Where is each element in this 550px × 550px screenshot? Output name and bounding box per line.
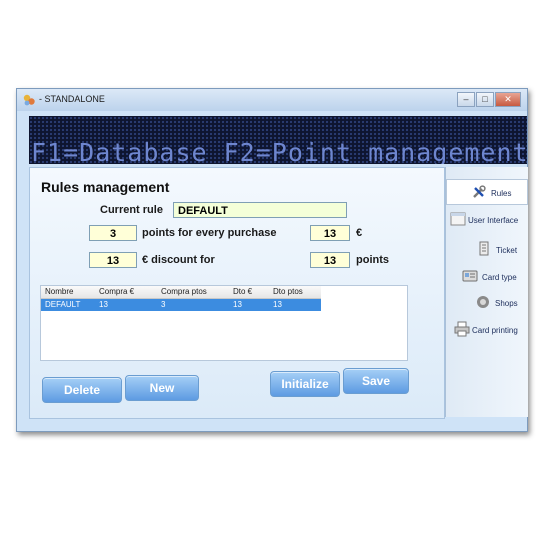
page-title: Rules management <box>41 179 170 195</box>
save-button[interactable]: Save <box>343 368 409 394</box>
window-title: - STANDALONE <box>39 94 105 104</box>
table-cell: 13 <box>273 300 282 309</box>
column-header[interactable]: Dto ptos <box>273 286 303 298</box>
column-header[interactable]: Compra ptos <box>161 286 207 298</box>
column-header[interactable]: Compra € <box>99 286 134 298</box>
discount-for-label: € discount for <box>142 254 215 266</box>
window-controls: – □ ✕ <box>457 92 521 107</box>
sidebar-item-shops[interactable]: Shops <box>446 290 528 316</box>
sidebar-item-label: Ticket <box>496 246 518 255</box>
table-cell: 13 <box>99 300 108 309</box>
table-row[interactable]: DEFAULT 13 3 13 13 <box>41 299 321 311</box>
sidebar: Rules User Interface Ticket Card type Sh… <box>445 167 528 417</box>
printer-icon <box>454 321 470 337</box>
points-per-purchase-field[interactable]: 3 <box>89 225 137 241</box>
discount-amount-field[interactable]: 13 <box>89 252 137 268</box>
app-icon <box>23 94 35 106</box>
minimize-button[interactable]: – <box>457 92 475 107</box>
sidebar-item-user-interface[interactable]: User Interface <box>446 207 528 233</box>
table-cell: DEFAULT <box>45 300 81 309</box>
table-header: Nombre Compra € Compra ptos Dto € Dto pt… <box>41 286 321 299</box>
delete-button[interactable]: Delete <box>42 377 122 403</box>
maximize-button[interactable]: □ <box>476 92 494 107</box>
initialize-button[interactable]: Initialize <box>270 371 340 397</box>
sidebar-item-card-type[interactable]: Card type <box>446 264 528 290</box>
table-cell: 3 <box>161 300 166 309</box>
table-cell: 13 <box>233 300 242 309</box>
close-button[interactable]: ✕ <box>495 92 521 107</box>
sidebar-item-label: User Interface <box>468 216 519 225</box>
application-window: - STANDALONE – □ ✕ F1=Database F2=Point … <box>16 88 528 432</box>
discount-points-field[interactable]: 13 <box>310 252 350 268</box>
current-rule-field[interactable]: DEFAULT <box>173 202 347 218</box>
rules-table[interactable]: Nombre Compra € Compra ptos Dto € Dto pt… <box>40 285 408 361</box>
shop-icon <box>477 296 489 308</box>
sidebar-item-rules[interactable]: Rules <box>446 179 528 205</box>
card-icon <box>462 270 478 282</box>
new-button[interactable]: New <box>125 375 199 401</box>
column-header[interactable]: Nombre <box>45 286 73 298</box>
ticket-icon <box>479 241 489 256</box>
tools-icon <box>473 185 486 198</box>
led-banner-text: F1=Database F2=Point management F12 <box>31 138 527 164</box>
sidebar-item-label: Card printing <box>472 326 518 335</box>
rules-panel: Rules management Current rule DEFAULT 3 … <box>29 167 445 419</box>
current-rule-label: Current rule <box>100 204 163 216</box>
purchase-amount-field[interactable]: 13 <box>310 225 350 241</box>
column-header[interactable]: Dto € <box>233 286 252 298</box>
sidebar-item-label: Shops <box>495 299 518 308</box>
sidebar-item-ticket[interactable]: Ticket <box>446 237 528 263</box>
title-bar[interactable]: - STANDALONE – □ ✕ <box>17 89 527 111</box>
euro-label: € <box>356 227 363 239</box>
points-label: points <box>356 254 389 266</box>
window-icon <box>450 212 466 226</box>
sidebar-item-card-printing[interactable]: Card printing <box>446 317 528 343</box>
sidebar-item-label: Rules <box>491 189 512 198</box>
points-for-every-purchase-label: points for every purchase <box>142 227 277 239</box>
sidebar-item-label: Card type <box>482 273 517 282</box>
led-banner: F1=Database F2=Point management F12 <box>29 116 527 164</box>
